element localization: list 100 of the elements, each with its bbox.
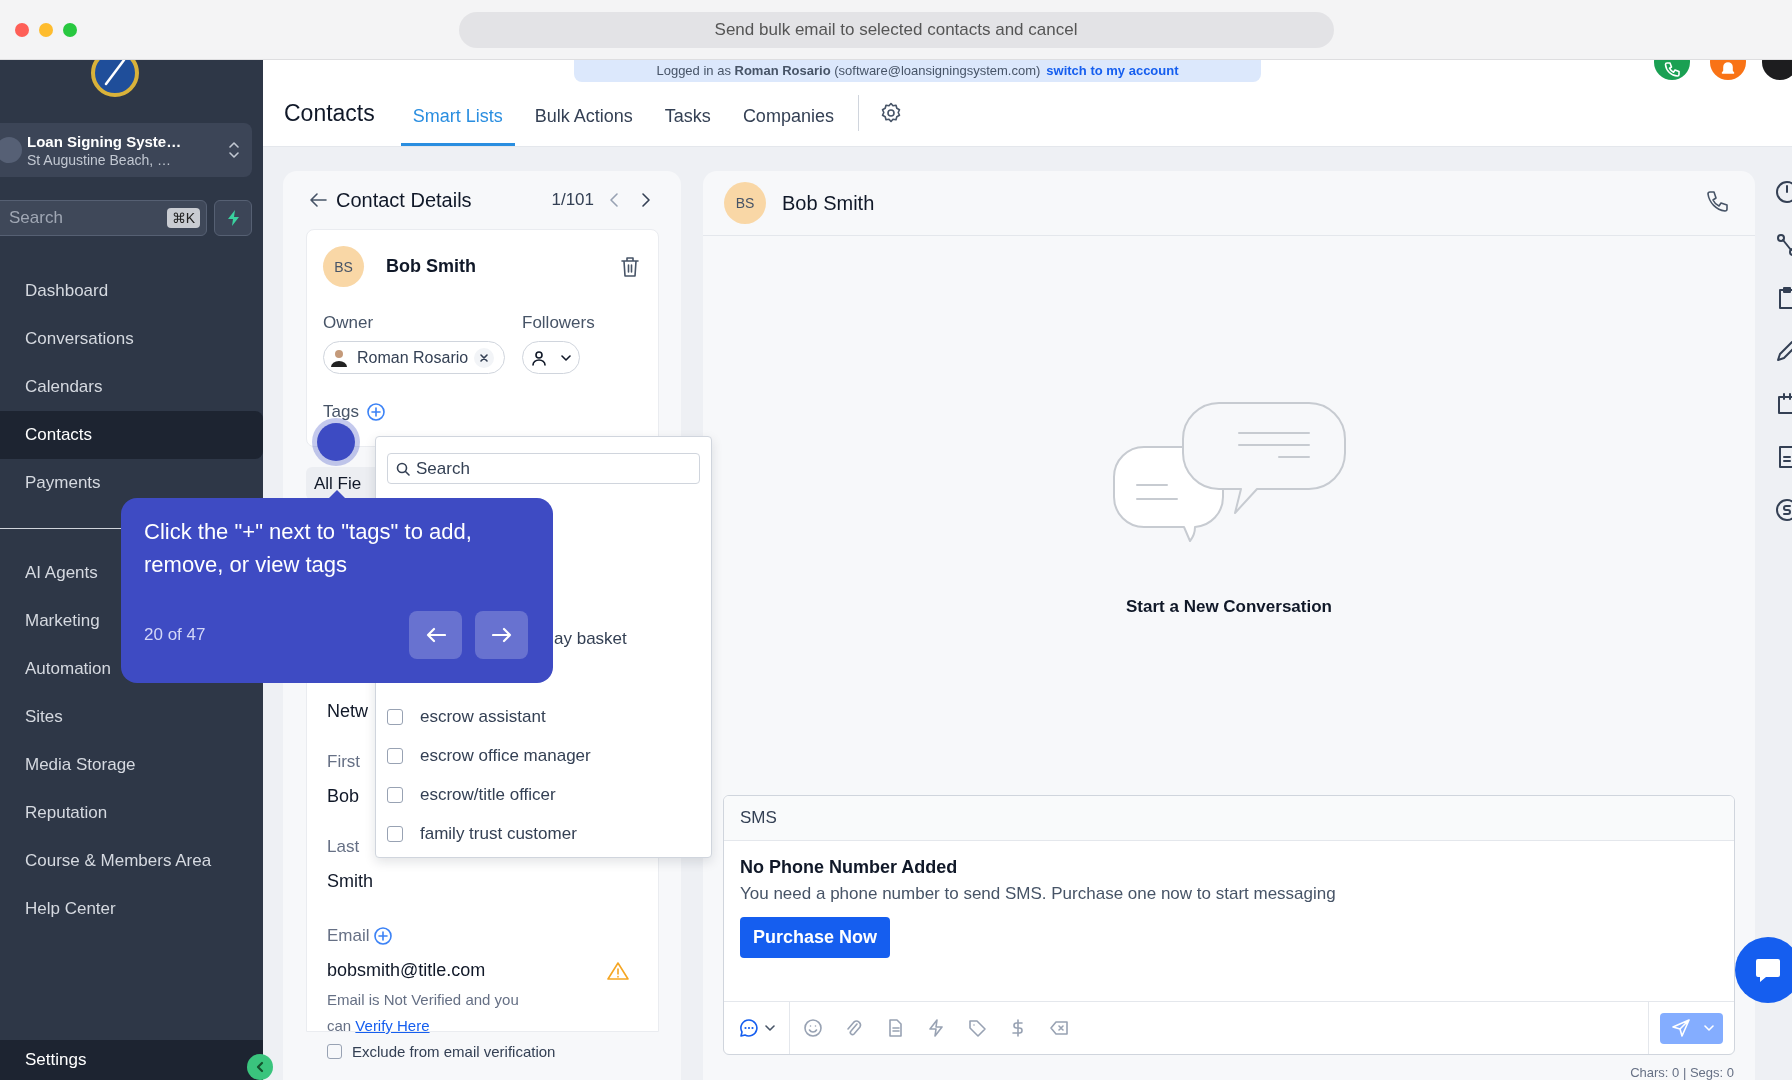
chevron-right-icon (641, 192, 651, 208)
section-title: Netw (327, 701, 368, 722)
backspace-icon[interactable] (1049, 1018, 1069, 1038)
contact-avatar: BS (323, 246, 364, 287)
tag-option-label: ay basket (554, 628, 627, 649)
left-arrow-icon (425, 627, 446, 643)
notice-message: You need a phone number to send SMS. Purchase one now to start messaging (740, 884, 1336, 904)
contact-name: Bob Smith (386, 256, 476, 277)
bell-icon (1720, 60, 1736, 76)
paperclip-icon[interactable] (844, 1018, 864, 1038)
nav-item[interactable]: Sites (0, 693, 263, 741)
chat-bubble-icon (1754, 956, 1782, 984)
lightning-icon[interactable] (926, 1018, 946, 1038)
chevron-down-icon (1704, 1025, 1714, 1031)
field-label: First (327, 752, 361, 772)
chat-icon (739, 1018, 759, 1038)
contact-avatar: BS (724, 182, 766, 224)
tag-search-field[interactable]: Search (387, 453, 700, 484)
nav-item[interactable]: Help Center (0, 885, 263, 933)
search-icon (396, 462, 410, 476)
nav-item[interactable]: Course & Members Area (0, 837, 263, 885)
field-value: Smith (327, 871, 373, 892)
next-step-button[interactable] (475, 611, 528, 659)
nodes-icon[interactable] (1775, 233, 1792, 257)
checkbox[interactable] (387, 708, 403, 725)
checkbox[interactable] (387, 747, 403, 764)
page-title: Contacts (284, 99, 375, 127)
checkbox-label: Exclude from email verification (352, 1043, 556, 1060)
phone-icon (1664, 61, 1680, 77)
tooltip-text: Click the "+" next to "tags" to add, remove, or view tags (144, 518, 473, 579)
tag-icon[interactable] (967, 1018, 987, 1038)
nav-item[interactable]: Calendars (0, 363, 263, 411)
followers-select[interactable] (522, 341, 580, 374)
character-counter: Chars: 0 | Segs: 0 (1630, 1065, 1734, 1080)
send-icon (1672, 1019, 1690, 1037)
tags-label: Tags (323, 402, 359, 422)
account-name: Loan Signing Syste… (27, 132, 182, 150)
chevron-left-icon (609, 192, 619, 208)
tour-hotspot (312, 418, 360, 466)
add-tag-icon[interactable] (366, 403, 385, 421)
field-label: Email (327, 926, 370, 946)
tab[interactable]: Companies (730, 86, 846, 146)
account-avatar (0, 137, 22, 163)
left-arrow-icon (309, 192, 327, 208)
calendar-icon[interactable] (1775, 392, 1792, 416)
tag-option-label: escrow assistant (420, 706, 546, 727)
window-title: Send bulk email to selected contacts and cancel (458, 11, 1334, 48)
verification-note: Email is Not Verified and you can Verify Here (327, 990, 520, 1036)
checkbox[interactable] (387, 825, 403, 842)
remove-owner-button[interactable] (474, 347, 495, 368)
verify-link[interactable]: Verify Here (355, 1017, 430, 1034)
notice-title: No Phone Number Added (740, 857, 958, 878)
chevron-down-icon (765, 1025, 775, 1031)
purchase-button[interactable]: Purchase Now (740, 917, 891, 958)
chevron-down-icon (561, 354, 571, 361)
followers-label: Followers (522, 313, 595, 333)
pen-icon[interactable] (1775, 339, 1792, 363)
channel-label: SMS (724, 796, 1734, 841)
owner-chip[interactable]: Roman Rosario (323, 341, 505, 374)
panel-title: Contact Details (336, 188, 472, 212)
nav-item[interactable]: Contacts (0, 411, 263, 459)
close-window-button[interactable] (15, 23, 29, 37)
field-label: Last (327, 837, 360, 857)
right-arrow-icon (491, 627, 512, 643)
tag-option-label: family trust customer (420, 823, 577, 844)
shortcut-key: ⌘K (166, 208, 200, 228)
quick-action-button[interactable] (214, 200, 252, 236)
owner-name: Roman Rosario (357, 348, 469, 367)
warning-icon (607, 960, 629, 981)
empty-state-title: Start a New Conversation (1126, 597, 1332, 617)
close-icon (479, 352, 490, 363)
contact-name: Bob Smith (782, 191, 875, 215)
add-email-icon[interactable] (373, 927, 392, 945)
field-value: Bob (327, 786, 360, 807)
nav-item[interactable]: Dashboard (0, 267, 263, 315)
clock-icon[interactable] (1775, 180, 1792, 204)
trash-icon[interactable] (620, 255, 640, 278)
step-counter: 20 of 47 (144, 625, 206, 645)
user-icon (531, 349, 547, 366)
login-notice: Logged in as Roman Rosario (software@loansigningsystem.com) switch to my account (656, 63, 1179, 78)
lightning-icon (226, 209, 240, 227)
account-switcher[interactable]: Loan Signing Syste… St Augustine Beach, … (0, 123, 252, 177)
zoom-window-button[interactable] (63, 23, 77, 37)
back-button[interactable] (309, 192, 327, 208)
nav-item[interactable]: Media Storage (0, 741, 263, 789)
owner-label: Owner (323, 313, 375, 333)
tab[interactable]: Tasks (652, 86, 723, 146)
switch-account-link[interactable]: switch to my account (1046, 63, 1179, 78)
nav-item[interactable]: Conversations (0, 315, 263, 363)
emoji-icon[interactable] (803, 1018, 823, 1038)
checkbox[interactable] (327, 1044, 342, 1059)
email-value: bobsmith@title.com (327, 960, 486, 981)
previous-step-button[interactable] (409, 611, 462, 659)
fields-tab[interactable]: All Fie (306, 467, 375, 500)
settings-nav-item[interactable]: Settings (0, 1040, 263, 1080)
tab[interactable]: Bulk Actions (522, 86, 645, 146)
send-button[interactable] (1660, 1012, 1723, 1044)
checkbox[interactable] (387, 786, 403, 803)
nav-item[interactable]: Reputation (0, 789, 263, 837)
tag-option-label: escrow office manager (420, 745, 591, 766)
